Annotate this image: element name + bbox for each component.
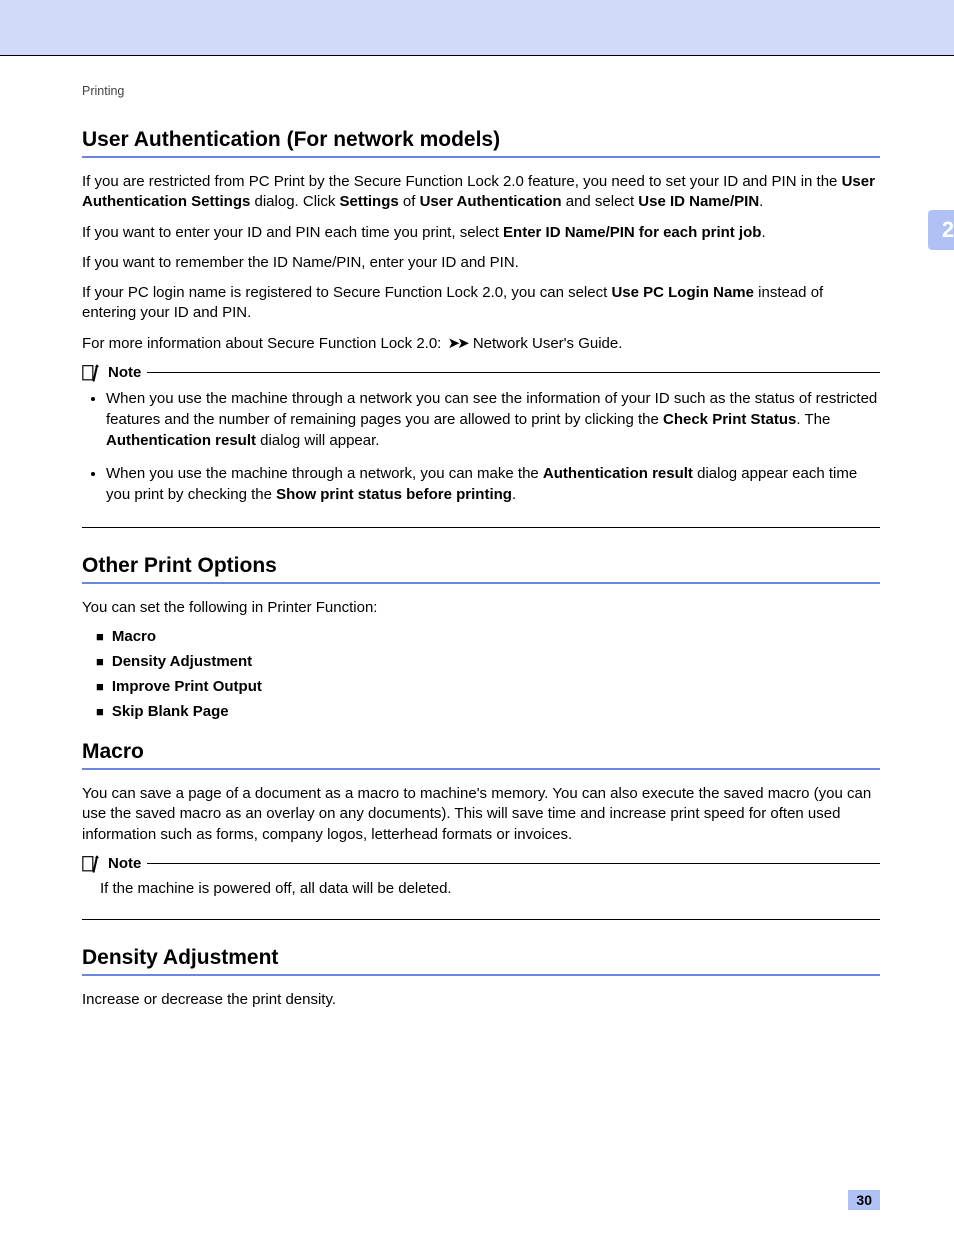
note-text: If the machine is powered off, all data … [82, 879, 880, 899]
option-item-skip-blank: Skip Blank Page [96, 703, 880, 720]
bold-text: Check Print Status [663, 411, 796, 428]
text: . The [796, 411, 830, 428]
note-item: When you use the machine through a netwo… [106, 388, 880, 451]
paragraph: You can set the following in Printer Fun… [82, 598, 880, 618]
heading-user-auth: User Authentication (For network models) [82, 128, 880, 152]
paragraph: You can save a page of a document as a m… [82, 784, 880, 845]
text: dialog. Click [250, 193, 339, 210]
heading-other-print-options: Other Print Options [82, 554, 880, 578]
running-header: Printing [82, 84, 880, 98]
section-rule [82, 156, 880, 158]
page-footer: 30 [848, 1190, 880, 1210]
text: . [761, 224, 765, 241]
note-rule [147, 372, 880, 373]
page-body: 2 Printing User Authentication (For netw… [0, 56, 954, 1220]
paragraph: For more information about Secure Functi… [82, 334, 880, 354]
text: . [512, 486, 516, 503]
note-item: When you use the machine through a netwo… [106, 463, 880, 505]
heading-macro: Macro [82, 740, 880, 764]
note-icon [82, 855, 102, 873]
bold-text: Settings [340, 193, 399, 210]
option-item-improve: Improve Print Output [96, 678, 880, 695]
bold-text: Use ID Name/PIN [638, 193, 759, 210]
text: of [399, 193, 420, 210]
section-rule [82, 582, 880, 584]
section-rule [82, 974, 880, 976]
bold-text: Authentication result [543, 465, 693, 482]
bold-text: User Authentication [420, 193, 562, 210]
page-number: 30 [848, 1190, 880, 1210]
text: If your PC login name is registered to S… [82, 284, 611, 301]
chapter-tab: 2 [928, 210, 954, 250]
note-label: Note [108, 855, 141, 872]
note-header: Note [82, 364, 880, 382]
bold-text: Show print status before printing [276, 486, 512, 503]
text: and select [562, 193, 639, 210]
note-header: Note [82, 855, 880, 873]
note-label: Note [108, 364, 141, 381]
text: Network User's Guide. [469, 335, 623, 352]
heading-density-adjustment: Density Adjustment [82, 946, 880, 970]
paragraph: If you want to enter your ID and PIN eac… [82, 223, 880, 243]
paragraph: If you are restricted from PC Print by t… [82, 172, 880, 213]
option-item-macro: Macro [96, 628, 880, 645]
text: dialog will appear. [256, 432, 379, 449]
text: If you want to enter your ID and PIN eac… [82, 224, 503, 241]
text: If you are restricted from PC Print by t… [82, 173, 842, 190]
text: When you use the machine through a netwo… [106, 465, 543, 482]
section-rule [82, 768, 880, 770]
paragraph: If your PC login name is registered to S… [82, 283, 880, 324]
paragraph: If you want to remember the ID Name/PIN,… [82, 253, 880, 273]
note-icon [82, 364, 102, 382]
paragraph: Increase or decrease the print density. [82, 990, 880, 1010]
note-body: When you use the machine through a netwo… [82, 382, 880, 528]
note-body: If the machine is powered off, all data … [82, 873, 880, 920]
text: For more information about Secure Functi… [82, 335, 446, 352]
option-list: Macro Density Adjustment Improve Print O… [82, 628, 880, 720]
bold-text: Enter ID Name/PIN for each print job [503, 224, 761, 241]
note-rule [147, 863, 880, 864]
top-band [0, 0, 954, 55]
arrow-icon: ➤➤ [448, 334, 467, 354]
text: . [759, 193, 763, 210]
bold-text: Authentication result [106, 432, 256, 449]
bold-text: Use PC Login Name [611, 284, 754, 301]
option-item-density: Density Adjustment [96, 653, 880, 670]
